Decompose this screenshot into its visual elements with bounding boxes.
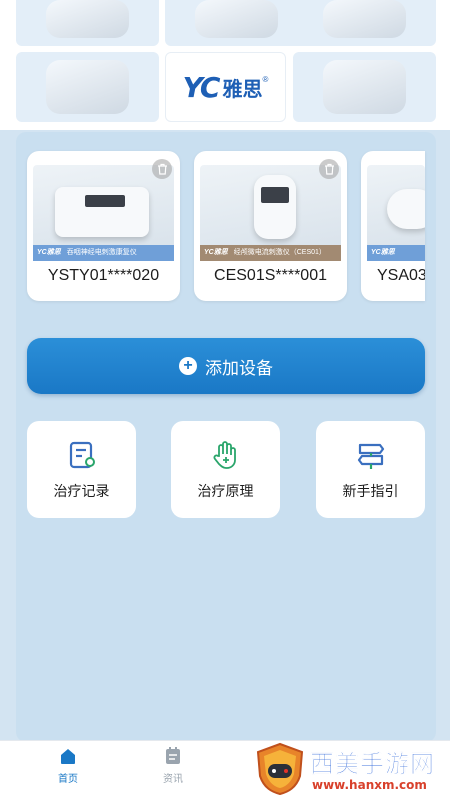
tab-label: 资讯: [163, 774, 183, 785]
tab-news[interactable]: 资讯: [153, 746, 193, 785]
delete-device-button[interactable]: [152, 159, 172, 179]
registered-mark: ®: [262, 75, 269, 84]
add-device-button[interactable]: + 添加设备: [27, 338, 425, 394]
brand-logo-text: 雅思: [222, 76, 263, 101]
device-band: YC雅思: [367, 245, 425, 261]
treatment-principle-card[interactable]: 治疗原理: [171, 421, 280, 518]
site-watermark: 西美手游网 www.hanxm.com: [250, 738, 450, 800]
tab-label: 首页: [58, 774, 78, 785]
add-device-label: 添加设备: [205, 358, 273, 378]
signpost-icon: [357, 443, 384, 469]
trash-icon: [157, 163, 167, 175]
plus-icon: +: [179, 357, 197, 375]
device-name: YSA03: [377, 267, 425, 284]
feature-label: 治疗原理: [197, 483, 254, 499]
record-icon: [69, 441, 95, 469]
device-card-2[interactable]: YC雅思 经颅微电流刺激仪（CES01） CES01S****001: [194, 151, 347, 301]
brand-logo-mark: YC: [182, 70, 221, 104]
product-tile-1[interactable]: [16, 0, 159, 46]
feature-label: 新手指引: [342, 483, 399, 499]
home-icon: [61, 749, 75, 764]
watermark-url: www.hanxm.com: [312, 778, 427, 792]
device-band: YC雅思 经颅微电流刺激仪（CES01）: [200, 245, 341, 261]
device-name: YSTY01****020: [47, 267, 160, 284]
watermark-text: 西美手游网: [310, 750, 435, 779]
tab-home[interactable]: 首页: [48, 746, 88, 785]
delete-device-button[interactable]: [319, 159, 339, 179]
feature-label: 治疗记录: [53, 483, 110, 499]
hand-plus-icon: [213, 441, 236, 469]
news-icon: [166, 747, 180, 764]
brand-logo-tile: YC 雅思 ®: [165, 52, 286, 122]
device-card-1[interactable]: YC雅思 吞咽神经电刺激康复仪 YSTY01****020: [27, 151, 180, 301]
device-card-3[interactable]: YC雅思 YSA03: [361, 151, 425, 301]
device-name: CES01S****001: [214, 267, 327, 284]
product-tile-3[interactable]: [293, 0, 436, 46]
gamepad-shield-icon: [256, 742, 304, 796]
product-tile-4[interactable]: [16, 52, 159, 122]
treatment-record-card[interactable]: 治疗记录: [27, 421, 136, 518]
trash-icon: [324, 163, 334, 175]
beginner-guide-card[interactable]: 新手指引: [316, 421, 425, 518]
product-tile-2[interactable]: [165, 0, 308, 46]
product-tile-6[interactable]: [293, 52, 436, 122]
device-band: YC雅思 吞咽神经电刺激康复仪: [33, 245, 174, 261]
